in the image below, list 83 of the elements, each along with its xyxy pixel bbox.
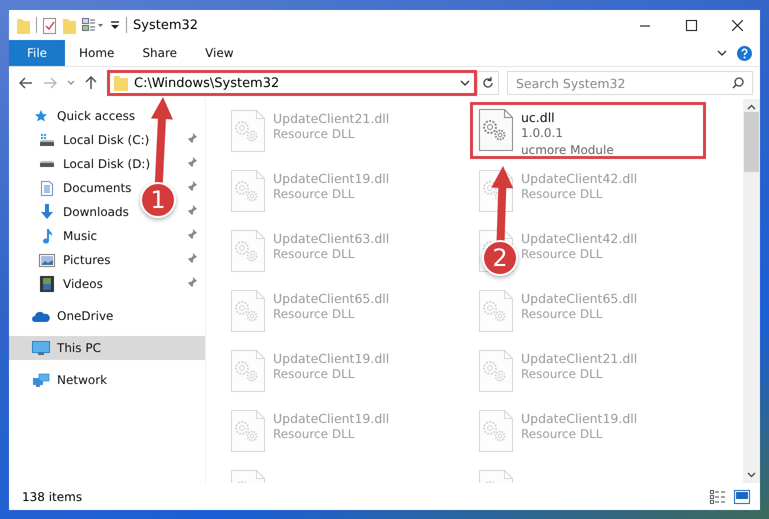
file-detail: ucmore Module xyxy=(521,142,614,159)
file-detail: Resource DLL xyxy=(521,426,602,443)
film-icon xyxy=(40,276,54,292)
nav-item[interactable]: Music xyxy=(9,224,102,248)
pin-icon[interactable] xyxy=(187,277,197,288)
network-icon xyxy=(32,372,50,388)
nav-item[interactable]: This PC xyxy=(9,336,205,360)
dll-file-icon xyxy=(479,109,513,151)
dll-file-icon xyxy=(231,290,265,332)
help-icon[interactable] xyxy=(737,46,752,60)
pin-icon[interactable] xyxy=(187,133,197,144)
tiles-view-icon[interactable] xyxy=(734,490,750,504)
expand-ribbon-icon[interactable] xyxy=(717,50,727,56)
file-detail: Resource DLL xyxy=(273,366,354,383)
drive-icon xyxy=(39,133,55,147)
search-field[interactable]: Search System32 xyxy=(507,71,753,95)
pin-icon[interactable] xyxy=(187,205,197,216)
file-name[interactable]: uc.dll xyxy=(521,110,555,125)
music-note-icon xyxy=(41,228,53,244)
window-title: System32 xyxy=(133,18,198,32)
dll-file-icon xyxy=(231,230,265,272)
details-view-icon[interactable] xyxy=(710,490,726,504)
dll-file-icon xyxy=(231,170,265,212)
customize-arrow-icon[interactable] xyxy=(110,20,120,30)
star-icon xyxy=(34,109,48,123)
pin-icon[interactable] xyxy=(187,181,197,192)
nav-item[interactable]: Network xyxy=(9,368,205,392)
nav-item[interactable]: Downloads xyxy=(9,200,133,224)
back-arrow-icon[interactable] xyxy=(19,77,33,89)
recent-caret-icon[interactable] xyxy=(67,80,75,86)
close-icon[interactable] xyxy=(732,20,742,30)
pin-icon[interactable] xyxy=(187,253,197,264)
nav-item[interactable]: OneDrive xyxy=(9,304,205,328)
picture-icon xyxy=(39,254,55,266)
dll-file-icon xyxy=(479,410,513,452)
view-options-icon[interactable] xyxy=(82,18,104,32)
file-detail: Resource DLL xyxy=(521,306,602,323)
nav-item[interactable]: Local Disk (D:) xyxy=(9,152,154,176)
ribbon-tab[interactable]: Share xyxy=(128,40,192,66)
scroll-up-icon[interactable] xyxy=(747,104,756,110)
step-badge: 2 xyxy=(482,240,518,276)
file-detail: Resource DLL xyxy=(273,306,354,323)
search-icon xyxy=(732,77,744,89)
file-detail: Resource DLL xyxy=(273,126,354,143)
nav-item[interactable]: Local Disk (C:) xyxy=(9,128,154,152)
dll-file-icon xyxy=(231,110,265,152)
folder-icon xyxy=(114,75,128,91)
pin-icon[interactable] xyxy=(187,229,197,240)
ribbon-tab[interactable]: View xyxy=(191,40,248,66)
dll-file-icon xyxy=(479,350,513,392)
file-detail: 1.0.0.1 xyxy=(521,125,563,142)
properties-icon[interactable] xyxy=(43,16,57,34)
file-detail: Resource DLL xyxy=(273,426,354,443)
file-detail: Resource DLL xyxy=(521,366,602,383)
file-detail: Resource DLL xyxy=(521,186,602,203)
cloud-icon xyxy=(32,310,50,322)
file-detail: Resource DLL xyxy=(273,246,354,263)
scrollbar-thumb[interactable] xyxy=(744,112,759,172)
refresh-icon[interactable] xyxy=(482,77,494,89)
file-detail: Resource DLL xyxy=(521,246,602,263)
dll-file-icon xyxy=(231,350,265,392)
refresh-button[interactable] xyxy=(477,71,499,95)
dll-file-icon xyxy=(231,410,265,452)
down-arrow-icon xyxy=(40,204,54,220)
up-arrow-icon[interactable] xyxy=(85,76,97,90)
nav-item[interactable]: Pictures xyxy=(9,248,115,272)
nav-item[interactable]: Quick access xyxy=(9,104,205,128)
file-detail: Resource DLL xyxy=(273,186,354,203)
monitor-icon xyxy=(32,340,50,356)
document-icon xyxy=(41,180,53,196)
pin-icon[interactable] xyxy=(187,157,197,168)
step-badge: 1 xyxy=(140,182,176,218)
address-bar[interactable]: C:\Windows\System32 xyxy=(107,70,477,96)
maximize-icon[interactable] xyxy=(686,20,696,30)
nav-item[interactable]: Videos xyxy=(9,272,107,296)
scroll-down-icon[interactable] xyxy=(747,472,756,478)
item-count: 138 items xyxy=(22,490,82,504)
dll-file-icon xyxy=(479,290,513,332)
ribbon-tab[interactable]: Home xyxy=(65,40,128,66)
nav-item[interactable]: Documents xyxy=(9,176,136,200)
drive-icon xyxy=(39,160,55,168)
dropdown-caret-icon[interactable] xyxy=(460,80,470,86)
file-menu-tab[interactable]: File xyxy=(9,40,65,66)
